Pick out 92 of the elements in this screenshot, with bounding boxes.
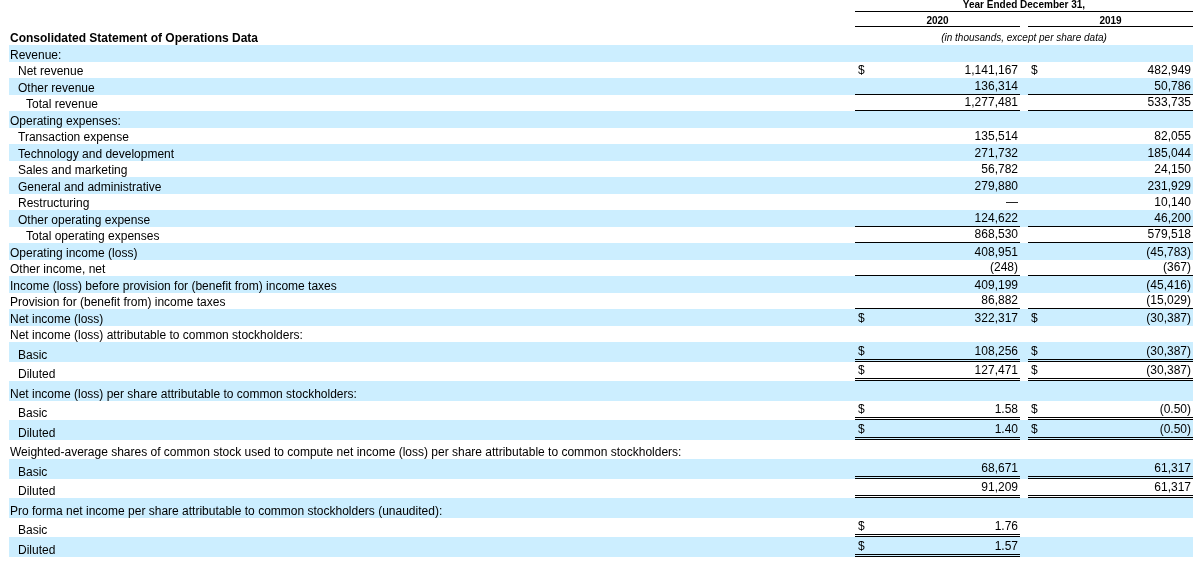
amount: 61,317 (1154, 480, 1191, 494)
currency-sign: $ (1031, 310, 1038, 325)
amount: 1,277,481 (964, 95, 1018, 109)
amount: (0.50) (1159, 421, 1191, 436)
amount: 1.76 (994, 519, 1018, 533)
currency-sign: $ (858, 63, 865, 77)
row-label: Revenue: (9, 47, 62, 62)
row-label: Net income (loss) (9, 311, 104, 326)
row-label: Total operating expenses (25, 229, 160, 243)
amount: (30,387) (1146, 310, 1191, 325)
currency-sign: $ (1031, 421, 1038, 436)
amount: (0.50) (1159, 402, 1191, 416)
year-heading: 2019 (1028, 15, 1193, 27)
currency-sign: $ (1031, 343, 1038, 358)
amount: 533,735 (1147, 95, 1191, 109)
amount: 1,141,167 (964, 63, 1018, 77)
amount: 408,951 (974, 244, 1018, 259)
amount: 231,929 (1147, 178, 1191, 193)
currency-sign: $ (1031, 63, 1038, 77)
table-title: Consolidated Statement of Operations Data (9, 31, 259, 45)
row-label: Restructuring (17, 196, 90, 210)
amount: 46,200 (1154, 210, 1191, 225)
row-label: Pro forma net income per share attributable to common stockholders (unaudited): (9, 503, 443, 518)
row-label: Basic (17, 406, 48, 420)
amount: 86,882 (981, 293, 1018, 307)
amount: 82,055 (1154, 129, 1191, 143)
currency-sign: $ (858, 363, 865, 377)
row-label: Weighted-average shares of common stock used to compute net income (loss) per share attributable to common stockholders: (9, 445, 682, 459)
amount: 68,671 (981, 460, 1018, 475)
amount: (45,416) (1146, 277, 1191, 292)
row-label: Basic (17, 464, 48, 479)
amount: 56,782 (981, 162, 1018, 176)
row-label: Net revenue (17, 64, 84, 78)
amount: 185,044 (1147, 145, 1191, 160)
amount: (30,387) (1146, 343, 1191, 358)
row-label: Operating income (loss) (9, 245, 138, 260)
row-label: Total revenue (25, 97, 99, 111)
row-label: Operating expenses: (9, 113, 121, 128)
year-heading: 2020 (855, 15, 1020, 27)
amount: 579,518 (1147, 227, 1191, 241)
row-label: Net income (loss) attributable to common stockholders: (9, 328, 303, 342)
currency-sign: $ (858, 538, 865, 553)
amount: 50,786 (1154, 78, 1191, 93)
amount: 10,140 (1154, 195, 1191, 209)
amount: 61,317 (1154, 460, 1191, 475)
row-label: Transaction expense (17, 130, 129, 144)
row-label: Other operating expense (17, 212, 151, 227)
amount: (367) (1163, 260, 1191, 274)
currency-sign: $ (858, 343, 865, 358)
amount: (15,029) (1146, 293, 1191, 307)
amount: 322,317 (974, 310, 1018, 325)
row-label: Income (loss) before provision for (benefit from) income taxes (9, 278, 337, 293)
currency-sign: $ (858, 421, 865, 436)
units-note: (in thousands, except per share data) (940, 32, 1108, 45)
amount: 279,880 (974, 178, 1018, 193)
row-label: Other revenue (17, 80, 95, 95)
amount: 127,471 (974, 363, 1018, 377)
row-label: Sales and marketing (17, 163, 128, 177)
currency-sign: $ (1031, 402, 1038, 416)
amount: (30,387) (1146, 363, 1191, 377)
currency-sign: $ (1031, 363, 1038, 377)
amount: 136,314 (974, 78, 1018, 93)
row-label: Diluted (17, 367, 56, 381)
row-label: Basic (17, 523, 48, 537)
amount: (45,783) (1146, 244, 1191, 259)
amount: 271,732 (974, 145, 1018, 160)
amount: 124,622 (974, 210, 1018, 225)
row-label: Net income (loss) per share attributable to common stockholders: (9, 386, 357, 401)
row-label: Other income, net (9, 262, 106, 276)
row-label: Technology and development (17, 146, 175, 161)
amount: 482,949 (1147, 63, 1191, 77)
amount: 108,256 (974, 343, 1018, 358)
period-heading: Year Ended December 31, (855, 0, 1193, 12)
amount: 135,514 (974, 129, 1018, 143)
row-label: Diluted (17, 542, 56, 557)
amount: 91,209 (981, 480, 1018, 494)
row-label: Basic (17, 347, 48, 362)
amount: 868,530 (974, 227, 1018, 241)
currency-sign: $ (858, 519, 865, 533)
amount: — (1006, 195, 1018, 209)
amount: (248) (990, 260, 1018, 274)
row-label: Provision for (benefit from) income taxes (9, 295, 226, 309)
row-label: General and administrative (17, 179, 162, 194)
amount: 409,199 (974, 277, 1018, 292)
amount: 24,150 (1154, 162, 1191, 176)
row-label: Diluted (17, 425, 56, 440)
amount: 1.58 (994, 402, 1018, 416)
amount: 1.40 (994, 421, 1018, 436)
currency-sign: $ (858, 310, 865, 325)
amount: 1.57 (994, 538, 1018, 553)
currency-sign: $ (858, 402, 865, 416)
row-label: Diluted (17, 484, 56, 498)
